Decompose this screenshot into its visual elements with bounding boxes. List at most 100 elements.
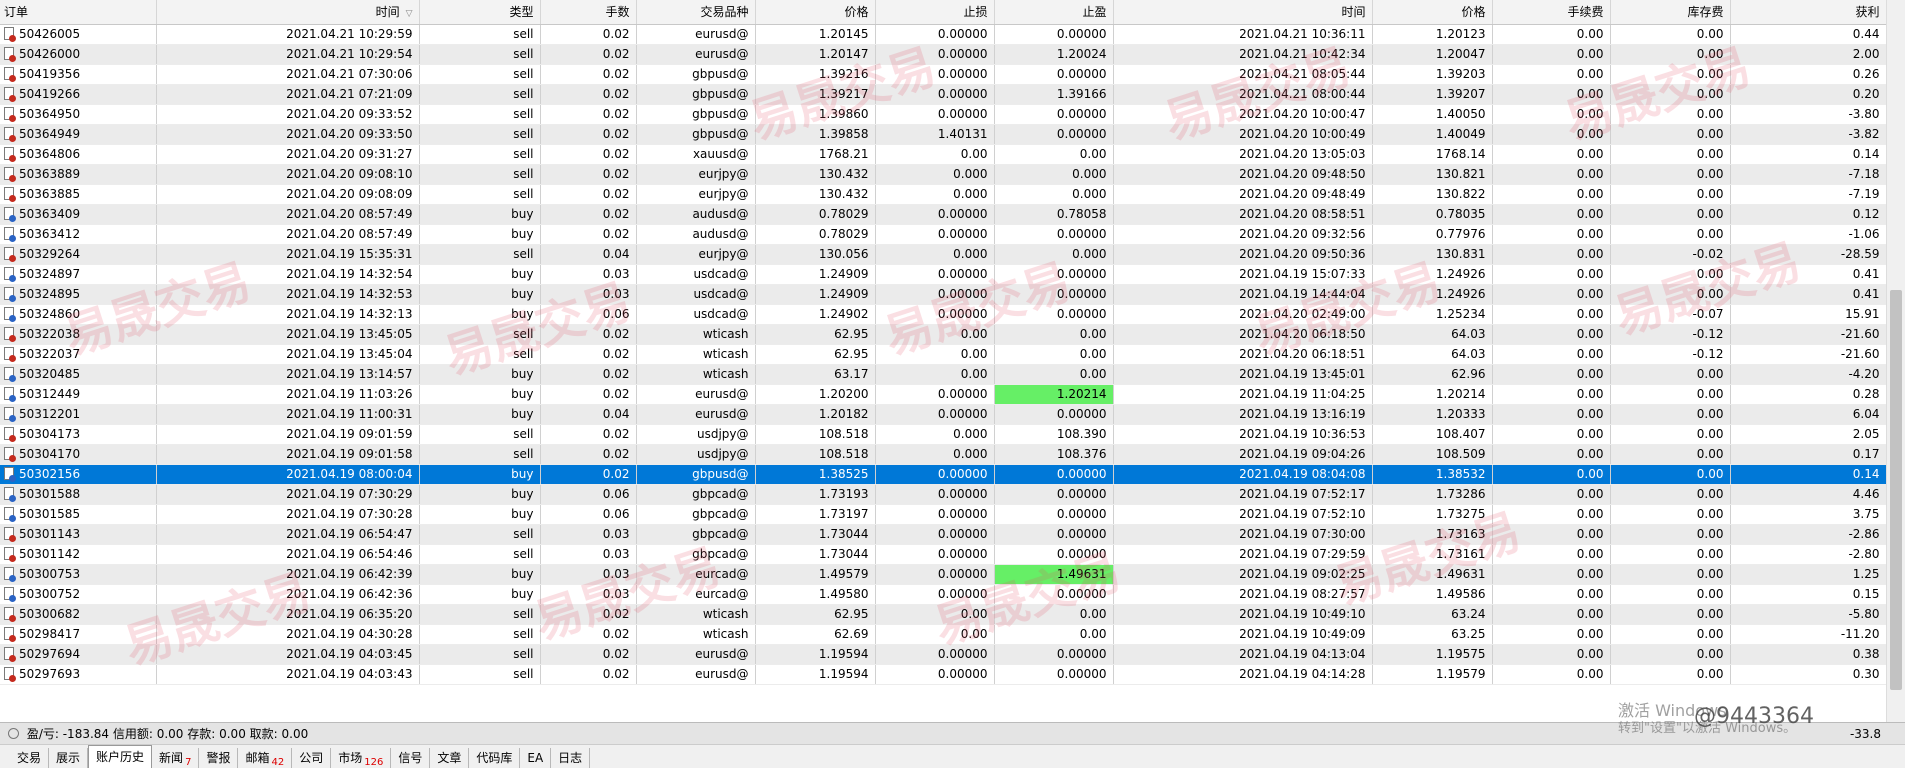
column-header[interactable]: 类型 [419, 0, 541, 25]
column-header[interactable]: 价格 [755, 0, 876, 25]
order-number: 50322038 [19, 327, 81, 341]
table-row[interactable]: 50297694 2021.04.19 04:03:45 sell 0.02 eurus… [0, 644, 1887, 665]
swap-cell: 0.00 [1610, 544, 1731, 565]
table-row[interactable]: 50324895 2021.04.19 14:32:53 buy 0.03 usdcad… [0, 284, 1887, 305]
lots-cell: 0.02 [540, 184, 637, 205]
table-row[interactable]: 50426005 2021.04.21 10:29:59 sell 0.02 eurus… [0, 24, 1887, 45]
table-row[interactable]: 50300682 2021.04.19 06:35:20 sell 0.02 wtica… [0, 604, 1887, 625]
tab-3[interactable]: 新闻 7 [152, 748, 200, 768]
tab-1[interactable]: 展示 [49, 748, 89, 768]
tp-cell: 0.00000 [994, 284, 1114, 305]
table-row[interactable]: 50300753 2021.04.19 06:42:39 buy 0.03 eurcad… [0, 564, 1887, 585]
table-row[interactable]: 50302156 2021.04.19 08:00:04 buy 0.02 gbpusd… [0, 464, 1887, 485]
table-row[interactable]: 50320485 2021.04.19 13:14:57 buy 0.02 wticas… [0, 364, 1887, 385]
lots-cell: 0.06 [540, 484, 637, 505]
column-header[interactable]: 时间 [1113, 0, 1373, 25]
profit-cell: -21.60 [1730, 344, 1887, 365]
profit-cell: 0.30 [1730, 664, 1887, 685]
table-row[interactable]: 50297693 2021.04.19 04:03:43 sell 0.02 eurus… [0, 664, 1887, 685]
swap-cell: 0.00 [1610, 384, 1731, 405]
table-row[interactable]: 50324897 2021.04.19 14:32:54 buy 0.03 usdcad… [0, 264, 1887, 285]
order-cell: 50363409 [0, 204, 157, 225]
table-row[interactable]: 50312201 2021.04.19 11:00:31 buy 0.04 eurusd… [0, 404, 1887, 425]
column-header[interactable]: 手续费 [1492, 0, 1611, 25]
tab-4[interactable]: 警报 [199, 748, 239, 768]
tab-8[interactable]: 信号 [391, 748, 431, 768]
sell-order-icon [4, 647, 16, 662]
table-row[interactable]: 50364949 2021.04.20 09:33:50 sell 0.02 gbpus… [0, 124, 1887, 145]
table-row[interactable]: 50364950 2021.04.20 09:33:52 sell 0.02 gbpus… [0, 104, 1887, 125]
table-row[interactable]: 50329264 2021.04.19 15:35:31 sell 0.04 eurjp… [0, 244, 1887, 265]
tab-5[interactable]: 邮箱 42 [238, 748, 293, 768]
symbol-cell: wticash [636, 604, 756, 625]
sort-desc-icon[interactable]: ▽ [406, 9, 413, 19]
tp-cell: 0.000 [994, 244, 1114, 265]
column-header[interactable]: 止盈 [994, 0, 1114, 25]
column-header[interactable]: 订单 [0, 0, 157, 25]
table-row[interactable]: 50363412 2021.04.20 08:57:49 buy 0.02 audusd… [0, 224, 1887, 245]
open-price-cell: 1768.21 [755, 144, 876, 165]
tab-9[interactable]: 文章 [430, 748, 470, 768]
table-row[interactable]: 50363889 2021.04.20 09:08:10 sell 0.02 eurjp… [0, 164, 1887, 185]
type-cell: sell [419, 44, 541, 65]
close-time-cell: 2021.04.19 07:29:59 [1113, 544, 1373, 565]
commission-cell: 0.00 [1492, 224, 1611, 245]
table-row[interactable]: 50419356 2021.04.21 07:30:06 sell 0.02 gbpus… [0, 64, 1887, 85]
tp-cell: 0.000 [994, 164, 1114, 185]
table-row[interactable]: 50419266 2021.04.21 07:21:09 sell 0.02 gbpus… [0, 84, 1887, 105]
table-row[interactable]: 50322038 2021.04.19 13:45:05 sell 0.02 wtica… [0, 324, 1887, 345]
open-time-cell: 2021.04.19 14:32:53 [156, 284, 420, 305]
table-row[interactable]: 50364806 2021.04.20 09:31:27 sell 0.02 xauus… [0, 144, 1887, 165]
close-time-cell: 2021.04.21 10:36:11 [1113, 24, 1373, 45]
column-header[interactable]: 手数 [540, 0, 637, 25]
column-header[interactable]: 止损 [875, 0, 995, 25]
profit-cell: -3.80 [1730, 104, 1887, 125]
column-header[interactable]: 库存费 [1610, 0, 1731, 25]
table-row[interactable]: 50301588 2021.04.19 07:30:29 buy 0.06 gbpcad… [0, 484, 1887, 505]
table-row[interactable]: 50301143 2021.04.19 06:54:47 sell 0.03 gbpca… [0, 524, 1887, 545]
column-header[interactable]: 交易品种 [636, 0, 756, 25]
table-row[interactable]: 50426000 2021.04.21 10:29:54 sell 0.02 eurus… [0, 44, 1887, 65]
column-header[interactable]: 价格 [1372, 0, 1493, 25]
close-time-cell: 2021.04.20 09:48:49 [1113, 184, 1373, 205]
table-row[interactable]: 50324860 2021.04.19 14:32:13 buy 0.06 usdcad… [0, 304, 1887, 325]
table-row[interactable]: 50363409 2021.04.20 08:57:49 buy 0.02 audusd… [0, 204, 1887, 225]
column-header[interactable]: 获利 [1730, 0, 1887, 25]
table-row[interactable]: 50301142 2021.04.19 06:54:46 sell 0.03 gbpca… [0, 544, 1887, 565]
close-time-cell: 2021.04.20 10:00:47 [1113, 104, 1373, 125]
tab-0[interactable]: 交易 [10, 748, 50, 768]
tp-cell: 0.00000 [994, 664, 1114, 685]
table-row[interactable]: 50298417 2021.04.19 04:30:28 sell 0.02 wtica… [0, 624, 1887, 645]
type-cell: sell [419, 184, 541, 205]
sl-cell: 0.000 [875, 444, 995, 465]
tab-10[interactable]: 代码库 [469, 748, 521, 768]
lots-cell: 0.02 [540, 24, 637, 45]
sl-cell: 0.00000 [875, 104, 995, 125]
lots-cell: 0.06 [540, 504, 637, 525]
column-header[interactable]: 时间 ▽ [156, 0, 420, 25]
table-row[interactable]: 50301585 2021.04.19 07:30:28 buy 0.06 gbpcad… [0, 504, 1887, 525]
commission-cell: 0.00 [1492, 204, 1611, 225]
tab-12[interactable]: 日志 [551, 748, 591, 768]
tab-6[interactable]: 公司 [292, 748, 332, 768]
lots-cell: 0.02 [540, 384, 637, 405]
tab-label: 邮箱 [245, 751, 270, 765]
scrollbar-thumb[interactable] [1890, 290, 1902, 690]
table-row[interactable]: 50304170 2021.04.19 09:01:58 sell 0.02 usdjp… [0, 444, 1887, 465]
table-row[interactable]: 50312449 2021.04.19 11:03:26 buy 0.02 eurusd… [0, 384, 1887, 405]
table-row[interactable]: 50304173 2021.04.19 09:01:59 sell 0.02 usdjp… [0, 424, 1887, 445]
vertical-scrollbar[interactable] [1886, 0, 1905, 722]
open-price-cell: 1.24902 [755, 304, 876, 325]
swap-cell: 0.00 [1610, 124, 1731, 145]
table-row[interactable]: 50322037 2021.04.19 13:45:04 sell 0.02 wtica… [0, 344, 1887, 365]
table-row[interactable]: 50300752 2021.04.19 06:42:36 buy 0.03 eurcad… [0, 584, 1887, 605]
open-price-cell: 1.39217 [755, 84, 876, 105]
tp-cell: 0.00000 [994, 644, 1114, 665]
profit-cell: 0.12 [1730, 204, 1887, 225]
tab-11[interactable]: EA [520, 748, 552, 768]
tab-7[interactable]: 市场 126 [331, 748, 392, 768]
swap-cell: 0.00 [1610, 284, 1731, 305]
table-row[interactable]: 50363885 2021.04.20 09:08:09 sell 0.02 eurjp… [0, 184, 1887, 205]
tab-2[interactable]: 账户历史 [88, 745, 153, 768]
symbol-cell: usdcad@ [636, 264, 756, 285]
